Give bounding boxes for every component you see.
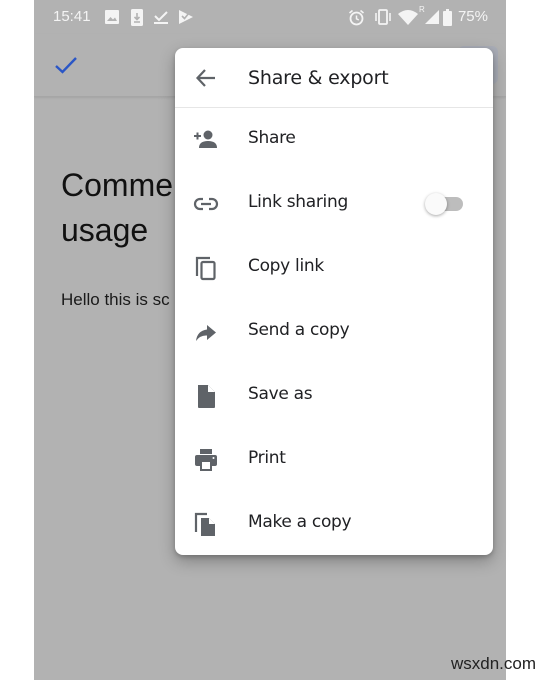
image-icon: [105, 10, 119, 24]
menu-item-save-as[interactable]: Save as: [175, 363, 493, 427]
menu-header: Share & export: [175, 48, 493, 108]
status-time: 15:41: [53, 8, 91, 25]
signal-icon: [425, 10, 439, 24]
menu-item-label: Share: [248, 128, 296, 148]
tasks-icon: [179, 10, 193, 24]
watermark: wsxdn.com: [450, 654, 536, 673]
link-sharing-toggle[interactable]: [425, 193, 465, 215]
arrow-left-icon[interactable]: [195, 67, 217, 89]
share-export-menu: Share & export Share Link sharing Copy l…: [175, 48, 493, 555]
printer-icon: [195, 449, 217, 471]
menu-item-send-a-copy[interactable]: Send a copy: [175, 299, 493, 363]
wifi-icon: [398, 10, 418, 25]
menu-item-label: Copy link: [248, 256, 324, 276]
file-copy-icon: [194, 512, 215, 536]
toggle-thumb: [425, 193, 447, 215]
menu-item-link-sharing[interactable]: Link sharing: [175, 171, 493, 235]
battery-icon: [443, 9, 452, 26]
menu-item-share[interactable]: Share: [175, 107, 493, 171]
menu-title: Share & export: [248, 67, 389, 89]
status-bar: 15:41 R 75%: [34, 0, 506, 34]
menu-item-label: Print: [248, 448, 286, 468]
person-add-icon: [194, 130, 217, 148]
menu-item-label: Link sharing: [248, 192, 348, 212]
battery-percent: 75%: [457, 8, 488, 25]
download-icon: [131, 9, 143, 26]
document-body: Hello this is sc: [61, 290, 170, 309]
check-icon[interactable]: [54, 54, 78, 76]
menu-item-make-a-copy[interactable]: Make a copy: [175, 491, 493, 555]
alarm-icon: [348, 9, 365, 26]
vibrate-icon: [375, 9, 391, 25]
menu-item-label: Save as: [248, 384, 313, 404]
file-icon: [198, 385, 215, 408]
checkmark-download-icon: [154, 11, 168, 24]
menu-item-label: Send a copy: [248, 320, 350, 340]
forward-arrow-icon: [196, 325, 216, 341]
copy-icon: [195, 256, 216, 281]
menu-item-copy-link[interactable]: Copy link: [175, 235, 493, 299]
menu-item-label: Make a copy: [248, 512, 352, 532]
menu-item-print[interactable]: Print: [175, 427, 493, 491]
link-icon: [193, 197, 219, 211]
